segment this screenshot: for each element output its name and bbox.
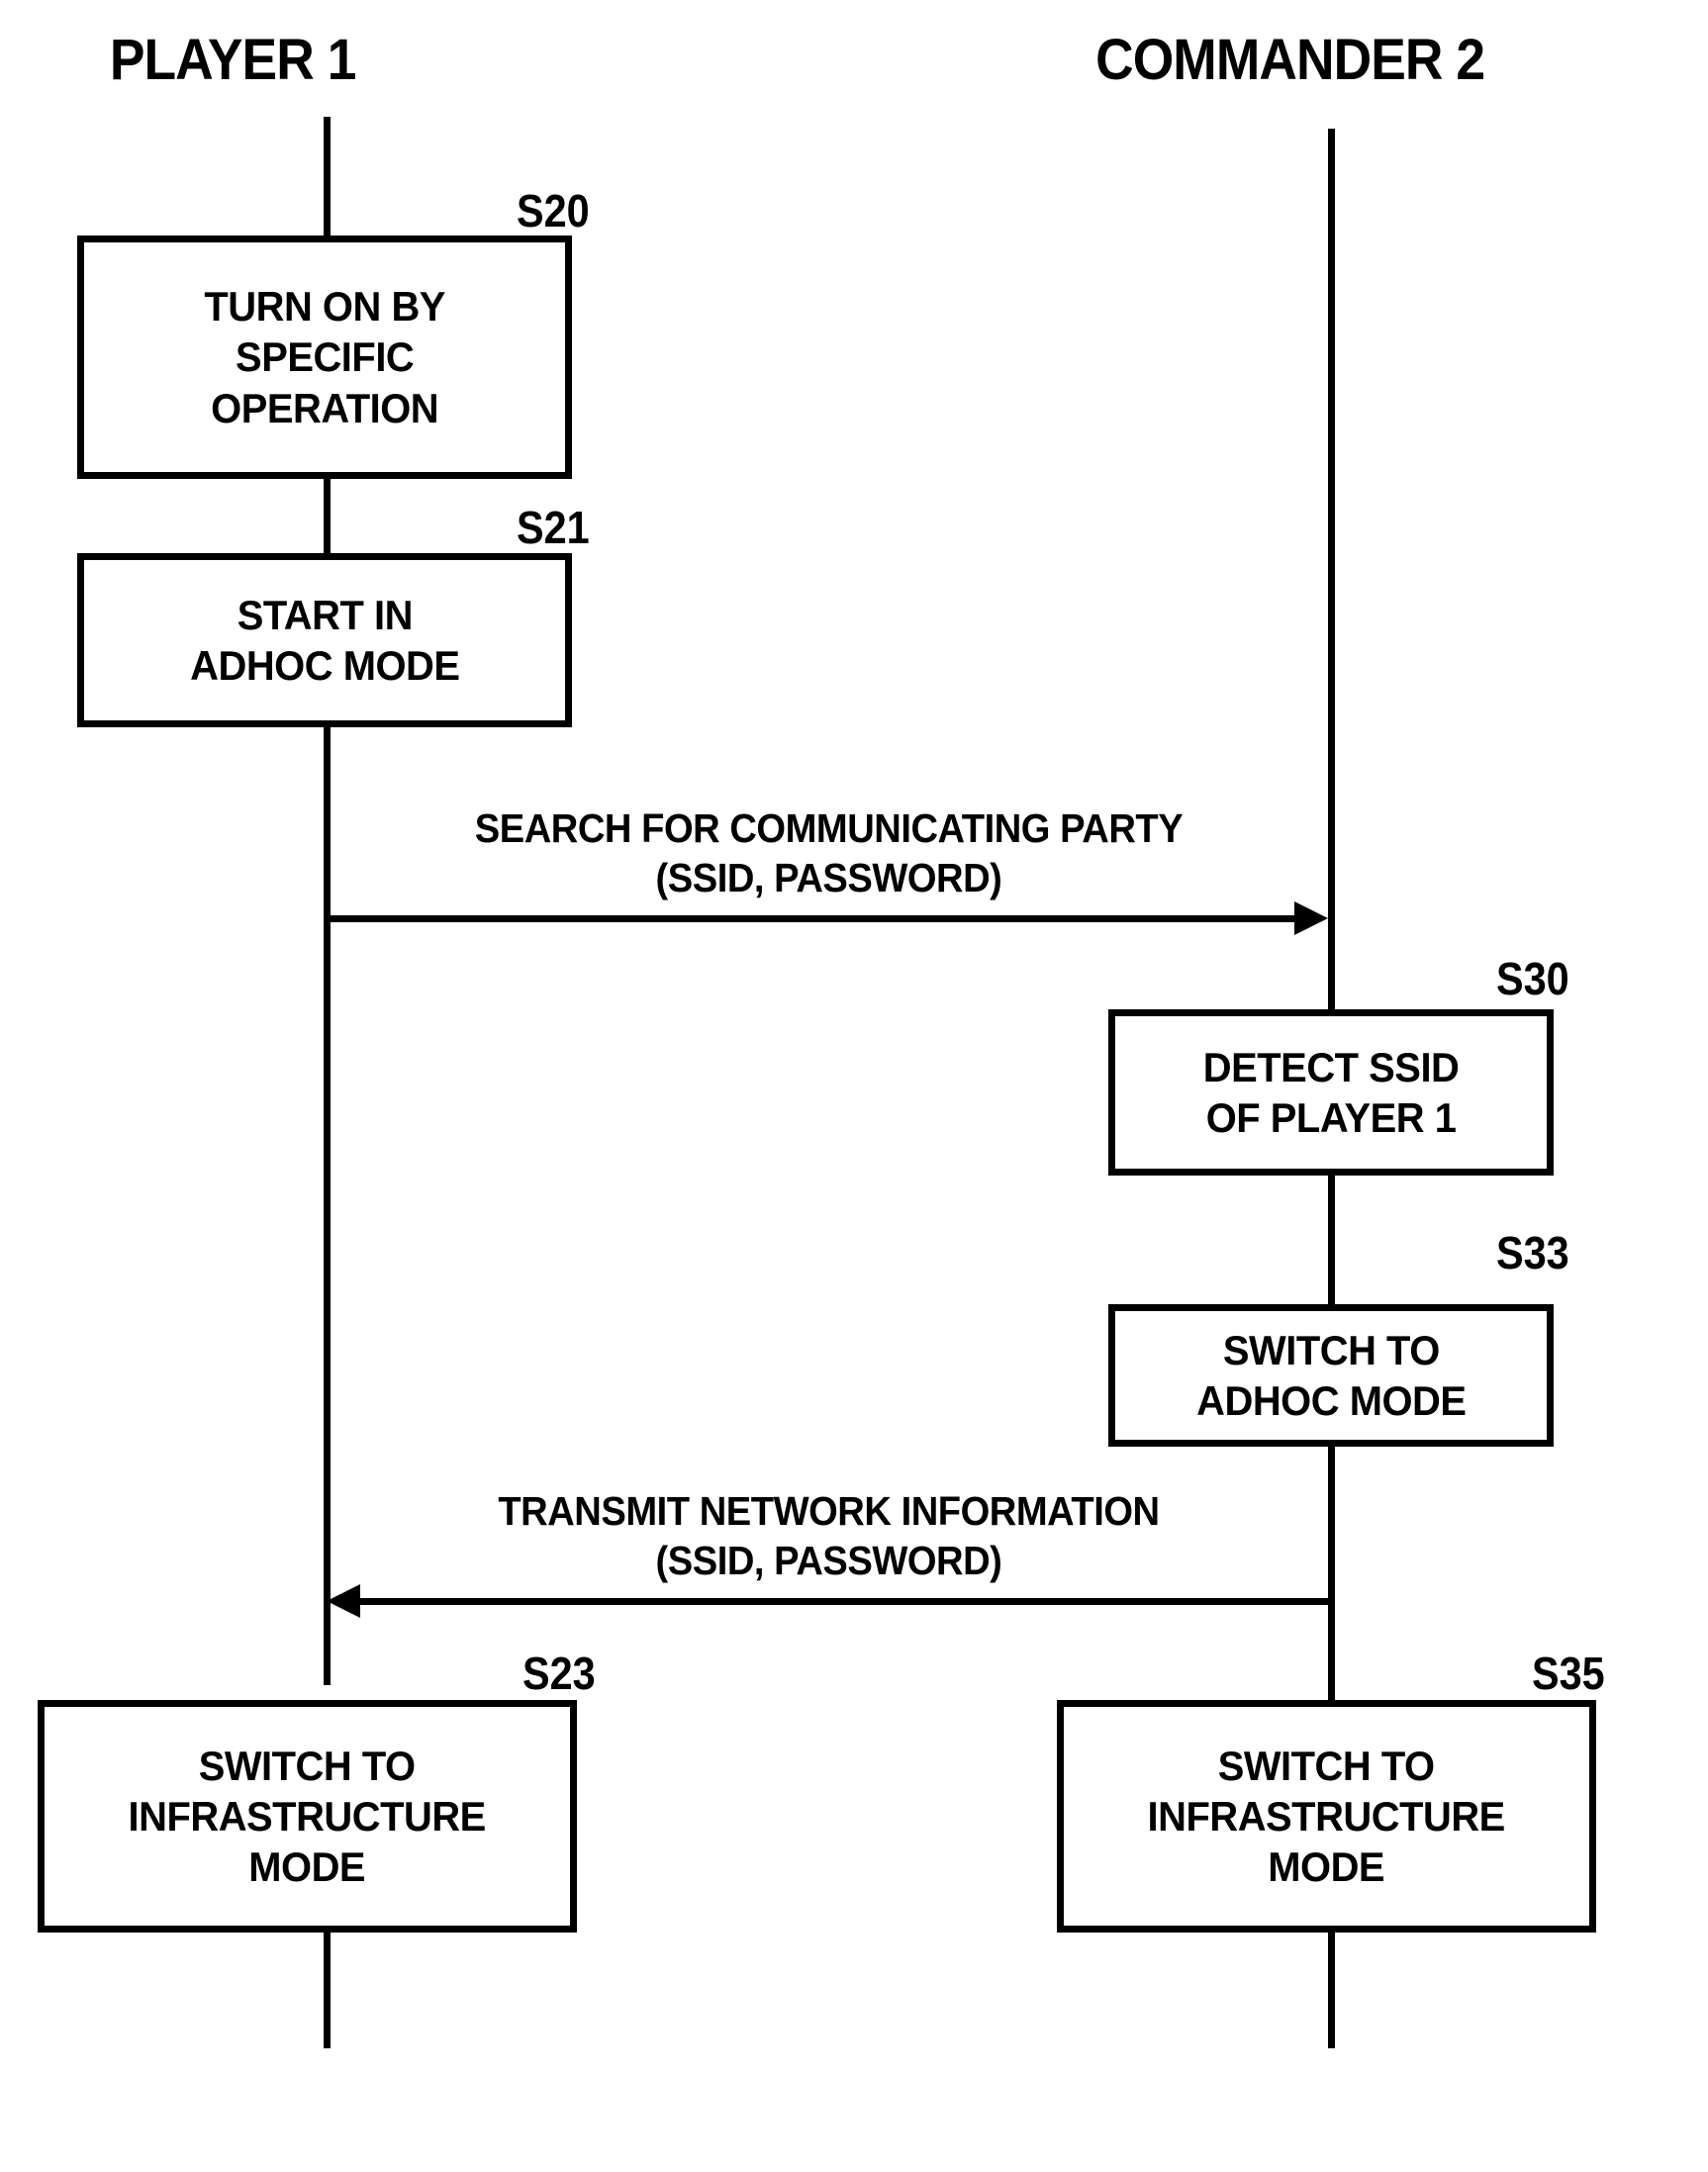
lifeline-player1-seg2: [324, 479, 331, 553]
process-box-s23: SWITCH TO INFRASTRUCTURE MODE: [38, 1700, 577, 1933]
process-box-s33-text: SWITCH TO ADHOC MODE: [1195, 1326, 1467, 1424]
process-box-s21: START IN ADHOC MODE: [77, 553, 572, 727]
lane-title-commander2: COMMANDER 2: [1095, 28, 1485, 92]
lifeline-player1-seg3: [324, 727, 331, 1685]
process-box-s35-text: SWITCH TO INFRASTRUCTURE MODE: [1147, 1742, 1506, 1891]
process-box-s30: DETECT SSID OF PLAYER 1: [1108, 1009, 1554, 1176]
step-ref-s30: S30: [1496, 953, 1569, 1004]
step-ref-s33: S33: [1496, 1227, 1569, 1278]
lifeline-commander2-seg4: [1328, 1933, 1335, 2048]
step-ref-s23: S23: [522, 1648, 596, 1699]
lifeline-commander2-seg3: [1328, 1447, 1335, 1700]
lifeline-commander2-seg2: [1328, 1176, 1335, 1304]
lane-title-player1: PLAYER 1: [109, 28, 357, 92]
sequence-diagram-canvas: PLAYER 1 COMMANDER 2 TURN ON BY SPECIFIC…: [0, 0, 1708, 2172]
process-box-s21-text: START IN ADHOC MODE: [189, 591, 460, 689]
process-box-s35: SWITCH TO INFRASTRUCTURE MODE: [1057, 1700, 1596, 1933]
lifeline-player1-seg1: [324, 117, 331, 238]
process-box-s33: SWITCH TO ADHOC MODE: [1108, 1304, 1554, 1447]
process-box-s30-text: DETECT SSID OF PLAYER 1: [1202, 1043, 1460, 1141]
step-ref-s20: S20: [517, 185, 590, 236]
message-label-search-for-communicating-party: SEARCH FOR COMMUNICATING PARTY (SSID, PA…: [474, 805, 1184, 901]
arrowhead-left-icon-2: [327, 1584, 360, 1618]
message-line-1: [327, 915, 1311, 922]
process-box-s20-text: TURN ON BY SPECIFIC OPERATION: [204, 283, 445, 431]
process-box-s20: TURN ON BY SPECIFIC OPERATION: [77, 236, 572, 479]
lifeline-commander2-seg1: [1328, 129, 1335, 1009]
lifeline-player1-seg4: [324, 1933, 331, 2048]
arrowhead-right-icon-1: [1294, 901, 1328, 935]
message-label-transmit-network-information: TRANSMIT NETWORK INFORMATION (SSID, PASS…: [498, 1488, 1160, 1584]
step-ref-s21: S21: [517, 502, 590, 553]
process-box-s23-text: SWITCH TO INFRASTRUCTURE MODE: [128, 1742, 487, 1891]
step-ref-s35: S35: [1532, 1648, 1605, 1699]
message-line-2: [359, 1598, 1331, 1605]
